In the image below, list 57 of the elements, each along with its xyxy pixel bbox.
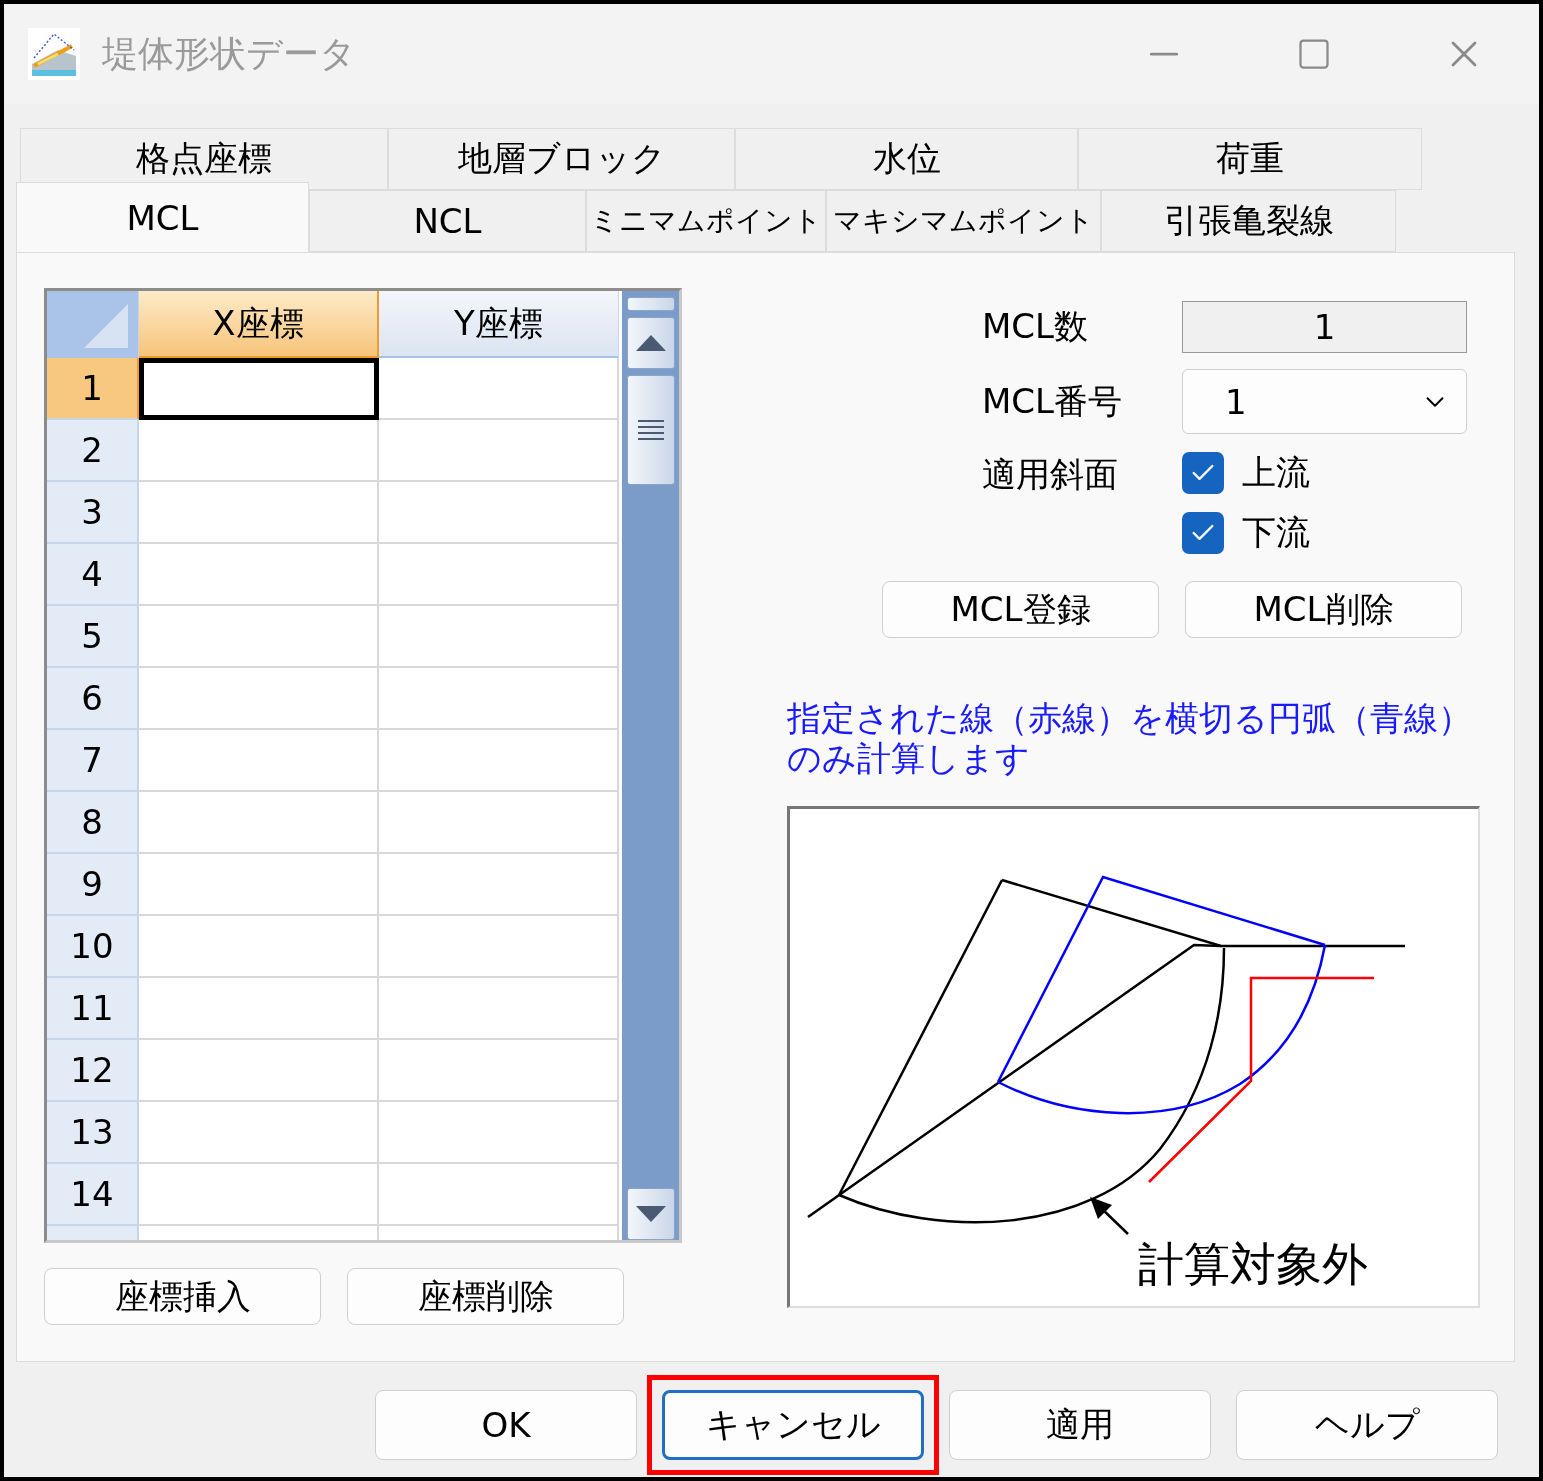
grid-action-button[interactable]: 座標削除 [347, 1268, 624, 1325]
row-header[interactable]: 11 [47, 978, 139, 1040]
row-header[interactable]: 8 [47, 792, 139, 854]
column-header[interactable]: Y座標 [379, 291, 619, 358]
mcl-action-button[interactable]: MCL登録 [882, 581, 1159, 638]
row-header[interactable]: 6 [47, 668, 139, 730]
up-arrow-icon[interactable] [635, 335, 666, 351]
checkbox[interactable] [1182, 452, 1224, 494]
tab[interactable]: 格点座標 [20, 128, 388, 190]
row-header[interactable]: 1 [47, 358, 139, 420]
select-all-corner[interactable] [47, 291, 139, 358]
checkbox-label[interactable]: 上流 [1242, 450, 1310, 496]
diagram-label: 計算対象外 [1138, 1236, 1368, 1293]
checkbox[interactable] [1182, 512, 1224, 554]
row-header[interactable]: 9 [47, 854, 139, 916]
app-icon [28, 28, 80, 80]
tab[interactable]: マキシマムポイント [826, 190, 1101, 252]
row-header[interactable]: 13 [47, 1102, 139, 1164]
corner-triangle-icon [84, 304, 128, 348]
dialog-button[interactable]: キャンセル [662, 1390, 924, 1460]
table-cell[interactable] [139, 358, 379, 420]
count-field: 1 [1182, 301, 1467, 353]
column-header[interactable]: X座標 [139, 291, 379, 358]
checkbox-label[interactable]: 下流 [1242, 510, 1310, 556]
tab[interactable]: 引張亀裂線 [1101, 190, 1396, 252]
field-label: 適用斜面 [982, 453, 1119, 496]
mcl-action-button[interactable]: MCL削除 [1185, 581, 1462, 638]
tab[interactable]: 地層ブロック [388, 128, 735, 190]
grip-icon[interactable] [637, 419, 664, 441]
row-header[interactable]: 5 [47, 606, 139, 668]
field-label: MCL番号 [982, 379, 1124, 423]
scrollbar[interactable] [622, 291, 679, 1240]
row-header[interactable]: 4 [47, 544, 139, 606]
maximize-icon[interactable] [1296, 36, 1332, 72]
tab[interactable]: NCL [309, 190, 586, 252]
grid-action-button[interactable]: 座標挿入 [44, 1268, 321, 1325]
row-header[interactable]: 7 [47, 730, 139, 792]
dialog-button[interactable]: 適用 [949, 1390, 1211, 1460]
row-header[interactable]: 14 [47, 1164, 139, 1226]
tab[interactable]: 荷重 [1078, 128, 1422, 190]
down-arrow-icon[interactable] [635, 1206, 666, 1222]
number-dropdown[interactable]: 1 [1182, 369, 1467, 434]
row-header[interactable]: 12 [47, 1040, 139, 1102]
row-header[interactable]: 2 [47, 420, 139, 482]
dialog-button[interactable]: OK [375, 1390, 637, 1460]
note-text: 指定された線（赤線）を横切る円弧（青線） [787, 698, 1473, 738]
arrow [1090, 1197, 1129, 1235]
splitter-handle[interactable] [626, 297, 675, 311]
dialog-button[interactable]: ヘルプ [1236, 1390, 1498, 1460]
row-header[interactable]: 10 [47, 916, 139, 978]
tab[interactable]: 水位 [735, 128, 1078, 190]
tab[interactable]: ミニマムポイント [586, 190, 826, 252]
note-text: のみ計算します [787, 738, 1031, 778]
tab[interactable]: MCL [16, 182, 309, 252]
window-title: 堤体形状データ [102, 31, 357, 76]
row-header[interactable]: 3 [47, 482, 139, 544]
field-label: MCL数 [982, 305, 1090, 348]
